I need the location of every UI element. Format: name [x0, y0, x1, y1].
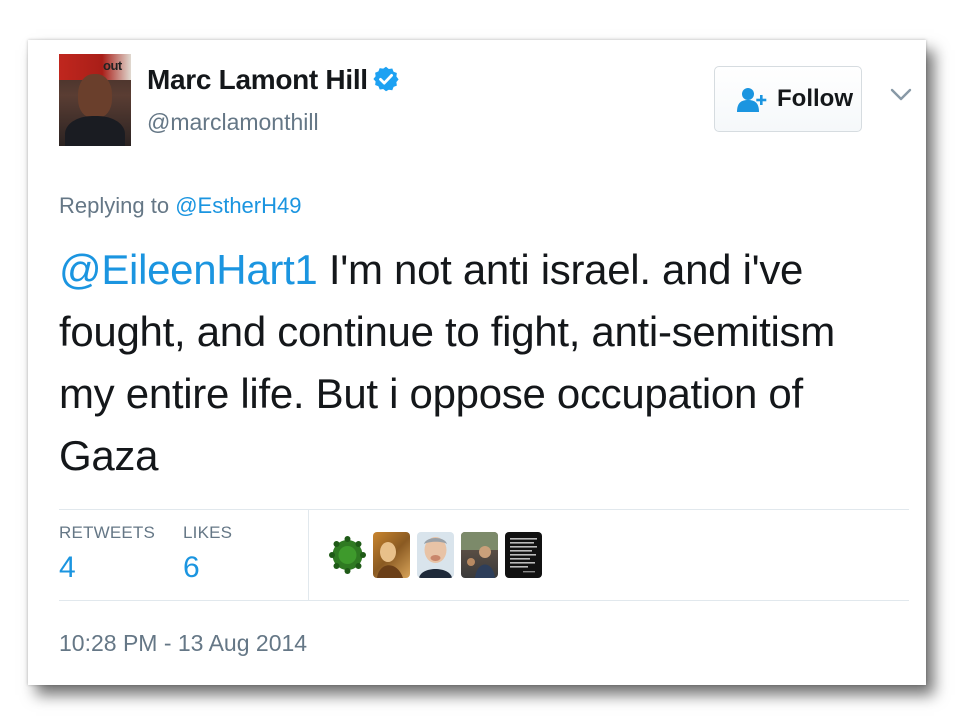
- liker-avatar-3-image: [419, 537, 452, 578]
- liker-avatar-3[interactable]: [417, 532, 454, 578]
- verified-badge-icon: [373, 66, 399, 92]
- avatar-text: out: [103, 58, 122, 73]
- liker-avatar-4-image: [461, 532, 498, 578]
- chevron-down-icon[interactable]: [890, 88, 912, 102]
- tweet-mention-link[interactable]: @EileenHart1: [59, 246, 318, 293]
- liker-avatar-2[interactable]: [373, 532, 410, 578]
- avatar[interactable]: out: [59, 54, 131, 146]
- avatar-head: [78, 74, 112, 118]
- replying-to-link[interactable]: @EstherH49: [175, 193, 301, 218]
- tweet-card: out Marc Lamont Hill @marclamonthill Fol…: [28, 40, 926, 685]
- retweets-count[interactable]: 4: [59, 551, 76, 585]
- add-user-icon: [737, 88, 767, 112]
- liker-avatar-5-image: [510, 538, 537, 573]
- avatar-body: [65, 116, 125, 146]
- tweet-text: @EileenHart1 I'm not anti israel. and i'…: [59, 239, 889, 487]
- follow-button-label: Follow: [777, 85, 853, 112]
- stats-separator: [308, 509, 309, 600]
- liker-avatar-2-image: [377, 542, 403, 578]
- tweet-timestamp[interactable]: 10:28 PM - 13 Aug 2014: [59, 630, 307, 657]
- liker-avatar-1-image: [329, 536, 366, 574]
- stats-bottom-divider: [59, 600, 909, 601]
- follow-button[interactable]: Follow: [714, 66, 862, 132]
- user-handle[interactable]: @marclamonthill: [147, 109, 319, 136]
- replying-to: Replying to @EstherH49: [59, 193, 301, 219]
- user-name[interactable]: Marc Lamont Hill: [147, 64, 368, 96]
- likes-count[interactable]: 6: [183, 551, 200, 585]
- liker-avatar-5[interactable]: [505, 532, 542, 578]
- likes-label[interactable]: LIKES: [183, 523, 232, 543]
- replying-to-prefix: Replying to: [59, 193, 170, 218]
- stats-top-divider: [59, 509, 909, 510]
- liker-avatar-1[interactable]: [329, 532, 366, 578]
- liker-avatar-4[interactable]: [461, 532, 498, 578]
- retweets-label[interactable]: RETWEETS: [59, 523, 155, 543]
